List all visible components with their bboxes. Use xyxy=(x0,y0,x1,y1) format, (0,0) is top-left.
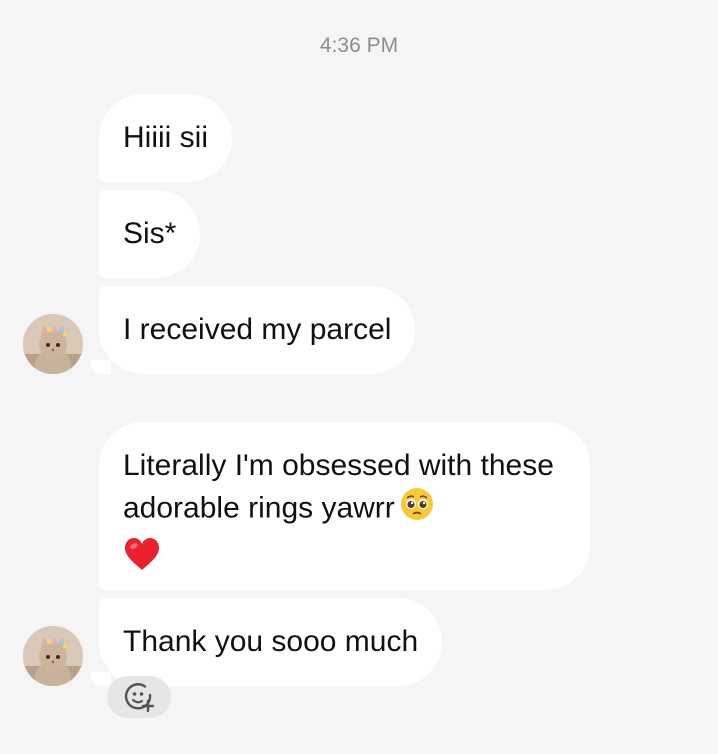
red-heart-emoji xyxy=(123,537,566,582)
cat-avatar-icon xyxy=(23,626,83,686)
message-text: Sis* xyxy=(123,217,177,250)
add-reaction-button[interactable] xyxy=(107,676,171,718)
message-bubble[interactable]: I received my parcel xyxy=(90,286,416,374)
message-text: Hiiii sii xyxy=(123,121,208,154)
sender-avatar[interactable] xyxy=(23,626,83,686)
pleading-face-emoji xyxy=(399,486,435,533)
message-text: Literally I'm obsessed with these adorab… xyxy=(123,449,554,525)
sender-avatar[interactable] xyxy=(23,314,83,374)
message-bubble[interactable]: Hiiii sii xyxy=(99,94,232,182)
message-timestamp: 4:36 PM xyxy=(319,34,399,57)
message-text: Thank you sooo much xyxy=(123,625,419,658)
cat-avatar-icon xyxy=(23,314,83,374)
message-bubble[interactable]: Sis* xyxy=(99,190,201,278)
message-bubble[interactable]: Thank you sooo much xyxy=(90,598,443,686)
message-text: I received my parcel xyxy=(123,313,392,346)
add-reaction-icon xyxy=(124,683,155,713)
message-bubble[interactable]: Literally I'm obsessed with these adorab… xyxy=(99,422,590,590)
